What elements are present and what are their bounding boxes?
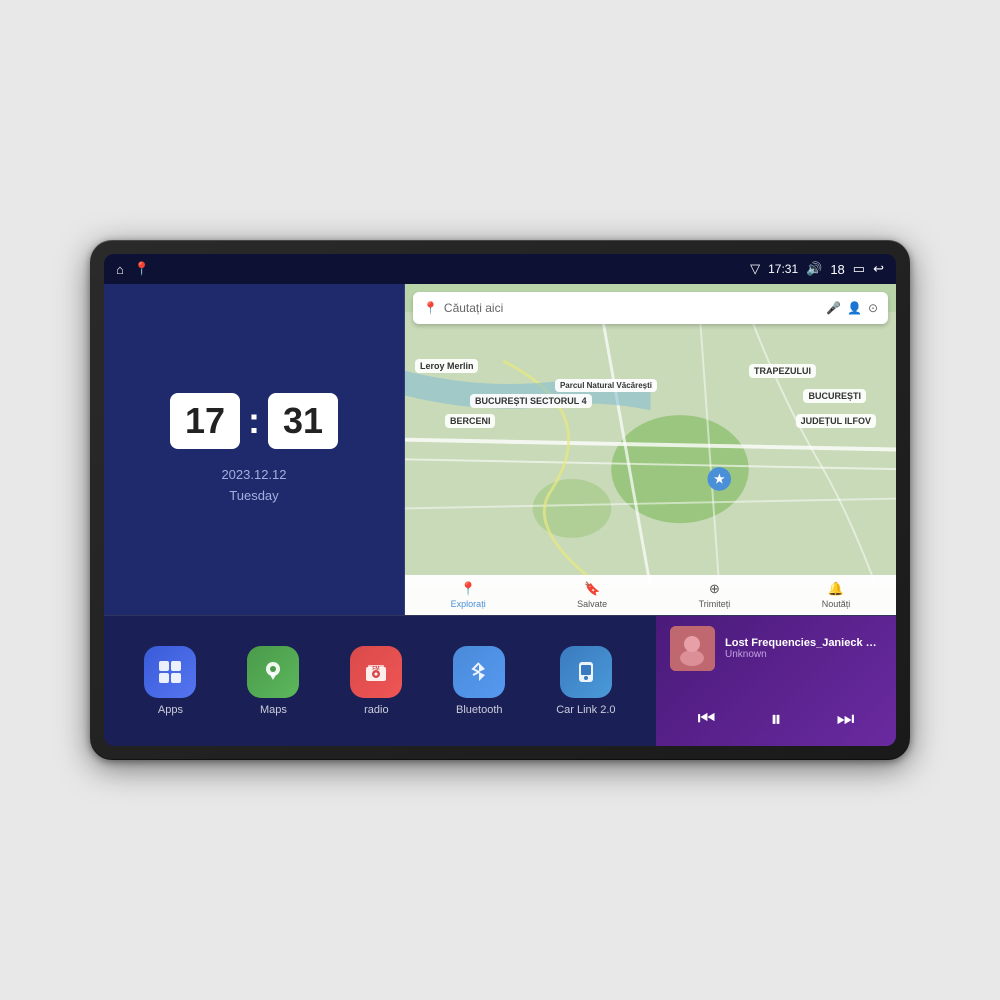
- music-top: Lost Frequencies_Janieck Devy-... Unknow…: [670, 626, 882, 671]
- music-thumbnail: [670, 626, 715, 671]
- app-item-maps[interactable]: Maps: [247, 646, 299, 716]
- signal-icon: ▽: [750, 261, 760, 277]
- bottom-section: Apps Maps: [104, 616, 896, 746]
- app-item-apps[interactable]: Apps: [144, 646, 196, 716]
- radio-icon: FM: [350, 646, 402, 698]
- map-label-leroy: Leroy Merlin: [415, 359, 479, 373]
- carlink-label: Car Link 2.0: [556, 704, 615, 716]
- search-text: Căutați aici: [444, 301, 503, 315]
- map-label-bucuresti: BUCUREȘTI: [803, 389, 866, 403]
- radio-label: radio: [364, 704, 388, 716]
- top-section: 17 : 31 2023.12.12 Tuesday: [104, 284, 896, 616]
- map-saved-icon: 🔖: [584, 581, 600, 597]
- clock-date: 2023.12.12 Tuesday: [221, 465, 286, 507]
- svg-text:★: ★: [714, 473, 725, 486]
- account-icon[interactable]: 👤: [847, 301, 862, 315]
- map-nav-explorati-label: Explorați: [451, 599, 486, 609]
- map-label-sectorul: BUCUREȘTI SECTORUL 4: [470, 394, 592, 408]
- maps-label: Maps: [260, 704, 287, 716]
- map-label-parc: Parcul Natural Văcărești: [555, 379, 657, 392]
- battery-level: 18: [830, 262, 844, 277]
- clock-panel: 17 : 31 2023.12.12 Tuesday: [104, 284, 405, 615]
- mic-icon[interactable]: 🎤: [826, 301, 841, 315]
- back-icon[interactable]: ↩: [873, 261, 884, 277]
- bluetooth-icon: [453, 646, 505, 698]
- carlink-icon: [560, 646, 612, 698]
- map-nav-explorati[interactable]: 📍 Explorați: [451, 581, 486, 609]
- status-time: 17:31: [768, 262, 798, 276]
- clock-display: 17 : 31: [170, 393, 338, 449]
- music-info: Lost Frequencies_Janieck Devy-... Unknow…: [725, 637, 882, 660]
- map-pin-icon: 📍: [423, 301, 438, 315]
- map-nav-noutati-label: Noutăți: [822, 599, 851, 609]
- maps-status-icon[interactable]: 📍: [134, 261, 150, 277]
- music-play-button[interactable]: ⏸: [762, 702, 789, 736]
- map-search-actions: 🎤 👤 ⊙: [826, 301, 878, 315]
- map-news-icon: 🔔: [828, 581, 844, 597]
- maps-icon: [247, 646, 299, 698]
- map-label-berceni: BERCENI: [445, 414, 496, 428]
- app-item-radio[interactable]: FM radio: [350, 646, 402, 716]
- clock-hour: 17: [170, 393, 240, 449]
- volume-icon: 🔊: [806, 261, 822, 277]
- map-panel[interactable]: ★ 📍 Căutați aici 🎤 👤 ⊙ Leroy Merlin: [405, 284, 896, 615]
- music-controls: ⏮ ⏸ ⏭: [670, 702, 882, 736]
- music-artist: Unknown: [725, 649, 882, 660]
- main-content: 17 : 31 2023.12.12 Tuesday: [104, 284, 896, 746]
- music-player: Lost Frequencies_Janieck Devy-... Unknow…: [656, 616, 896, 746]
- map-nav-trimiteti[interactable]: ⊕ Trimiteți: [699, 581, 731, 609]
- map-search-bar[interactable]: 📍 Căutați aici 🎤 👤 ⊙: [413, 292, 888, 324]
- map-explore-icon: 📍: [460, 581, 476, 597]
- car-display-device: ⌂ 📍 ▽ 17:31 🔊 18 ▭ ↩ 17 :: [90, 240, 910, 760]
- apps-bar: Apps Maps: [104, 616, 656, 746]
- bluetooth-label: Bluetooth: [456, 704, 502, 716]
- clock-minute: 31: [268, 393, 338, 449]
- apps-icon: [144, 646, 196, 698]
- map-bottom-bar: 📍 Explorați 🔖 Salvate ⊕ Trimiteți 🔔: [405, 575, 896, 615]
- map-nav-salvate-label: Salvate: [577, 599, 607, 609]
- clock-colon: :: [248, 400, 260, 442]
- music-prev-button[interactable]: ⏮: [689, 704, 723, 735]
- map-nav-salvate[interactable]: 🔖 Salvate: [577, 581, 607, 609]
- app-item-bluetooth[interactable]: Bluetooth: [453, 646, 505, 716]
- app-item-carlink[interactable]: Car Link 2.0: [556, 646, 615, 716]
- music-next-button[interactable]: ⏭: [828, 704, 862, 735]
- status-right-info: ▽ 17:31 🔊 18 ▭ ↩: [750, 261, 884, 277]
- svg-text:FM: FM: [373, 666, 380, 672]
- status-left-icons: ⌂ 📍: [116, 261, 150, 277]
- map-nav-noutati[interactable]: 🔔 Noutăți: [822, 581, 851, 609]
- battery-icon: ▭: [853, 261, 865, 277]
- map-label-trapezului: TRAPEZULUI: [749, 364, 816, 378]
- screen-area: ⌂ 📍 ▽ 17:31 🔊 18 ▭ ↩ 17 :: [104, 254, 896, 746]
- map-nav-trimiteti-label: Trimiteți: [699, 599, 731, 609]
- apps-label: Apps: [158, 704, 183, 716]
- map-label-ilfov: JUDEȚUL ILFOV: [796, 414, 876, 428]
- status-bar: ⌂ 📍 ▽ 17:31 🔊 18 ▭ ↩: [104, 254, 896, 284]
- music-title: Lost Frequencies_Janieck Devy-...: [725, 637, 882, 649]
- home-icon[interactable]: ⌂: [116, 262, 124, 277]
- map-send-icon: ⊕: [709, 581, 720, 597]
- layers-icon[interactable]: ⊙: [868, 301, 878, 315]
